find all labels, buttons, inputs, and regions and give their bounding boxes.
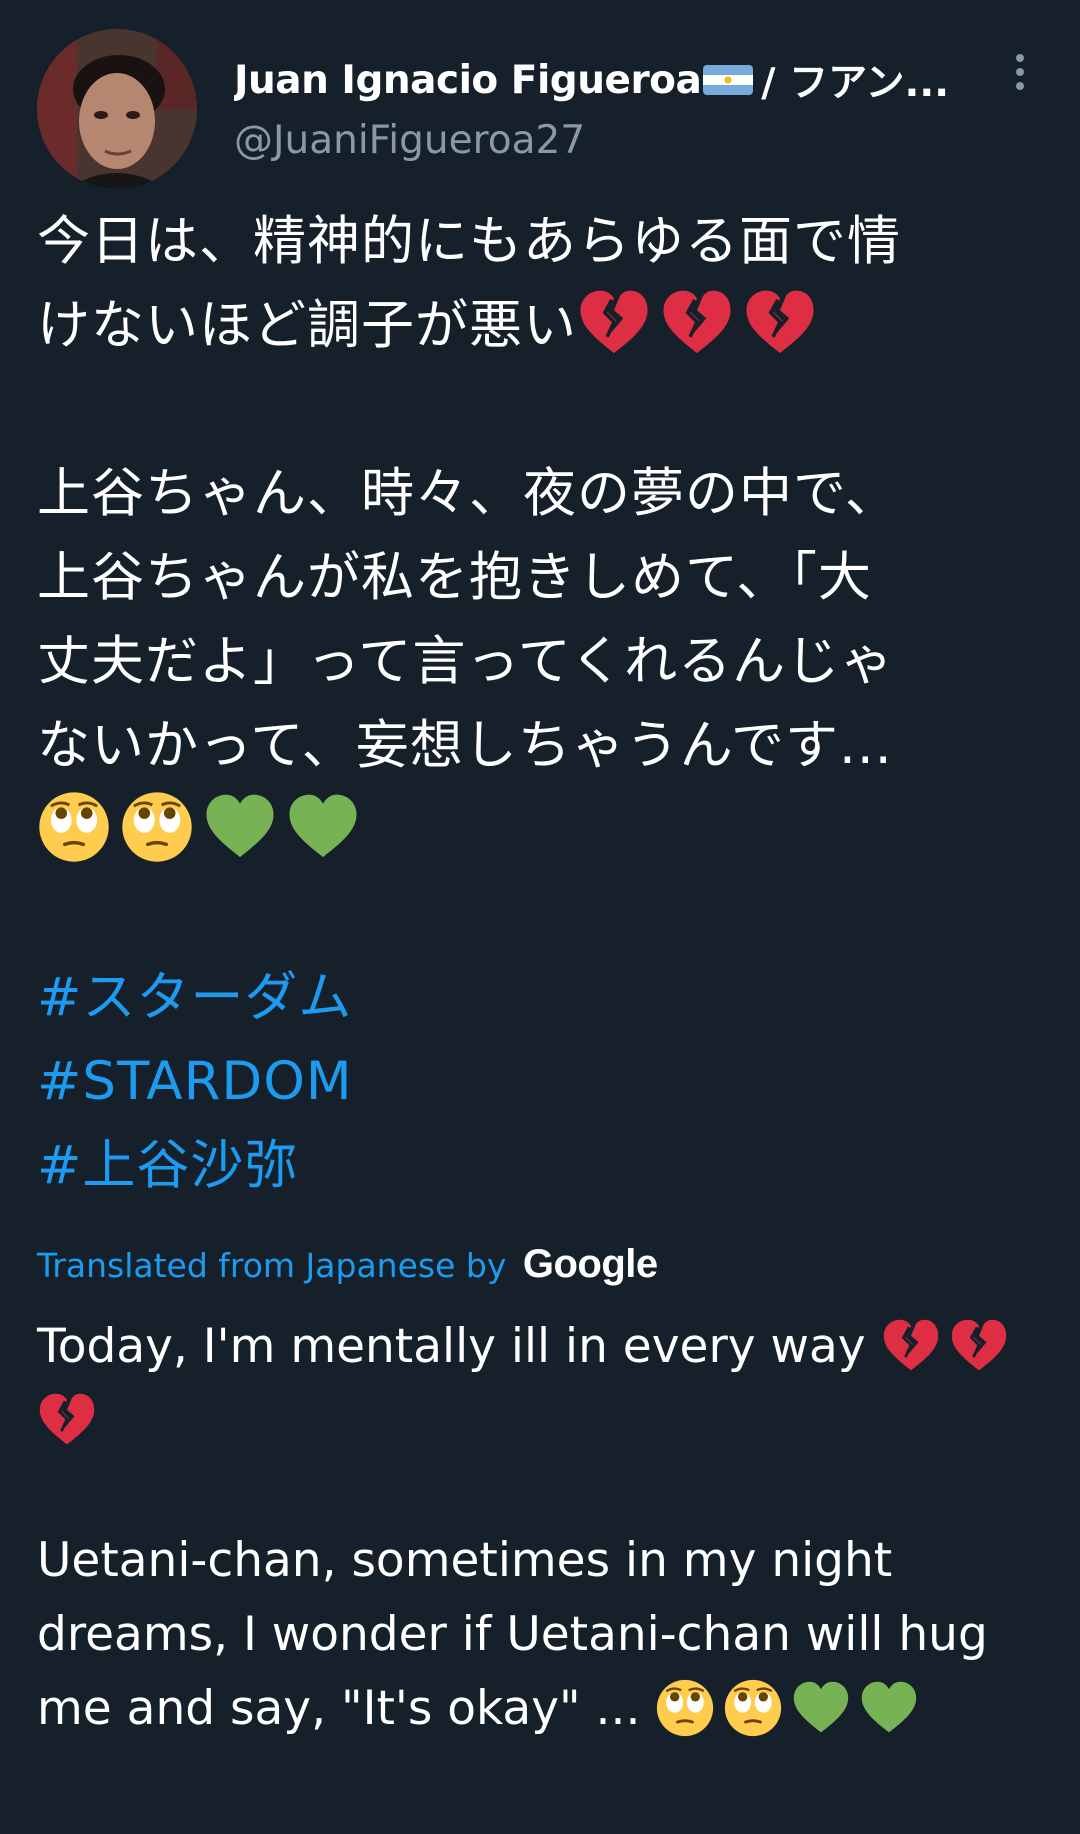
translated-line: me and say, "It's okay" ...: [37, 1672, 1047, 1746]
translated-line: [37, 1384, 1047, 1458]
tweet-header: Juan Ignacio Figueroa / フアン... @JuaniFig…: [0, 0, 1080, 200]
translated-segment: Today, I'm mentally ill in every way: [37, 1319, 866, 1374]
green-heart-icon: [791, 1678, 851, 1738]
more-dot-icon: [1016, 68, 1024, 76]
tweet-text-line: 上谷ちゃん、時々、夜の夢の中で、: [37, 463, 899, 524]
display-name[interactable]: Juan Ignacio Figueroa: [234, 58, 702, 103]
translated-line: Uetani-chan, sometimes in my night: [37, 1533, 893, 1588]
tweet-text-segment: けないほど調子が悪い: [37, 295, 577, 356]
face-with-rolling-eyes-icon: [723, 1678, 783, 1738]
broken-heart-icon: [881, 1316, 941, 1376]
more-dot-icon: [1016, 54, 1024, 62]
tweet-text-line: 上谷ちゃんが私を抱きしめて、「大: [37, 547, 872, 608]
user-handle[interactable]: @JuaniFigueroa27: [234, 118, 585, 163]
tweet-text-line: 今日は、精神的にもあらゆる面で情: [37, 211, 901, 272]
broken-heart-icon: [37, 1390, 97, 1450]
translated-line: dreams, I wonder if Uetani-chan will hug: [37, 1607, 988, 1662]
google-logo: Google: [522, 1242, 658, 1286]
face-with-rolling-eyes-icon: [37, 790, 111, 864]
broken-heart-icon: [949, 1316, 1009, 1376]
face-with-rolling-eyes-icon: [120, 790, 194, 864]
face-with-rolling-eyes-icon: [655, 1678, 715, 1738]
hashtag-link[interactable]: #上谷沙弥: [37, 1124, 1047, 1208]
tweet-text: 今日は、精神的にもあらゆる面で情 けないほど調子が悪い 上谷ちゃん、時々、夜の夢…: [37, 200, 1047, 1208]
translated-segment: me and say, "It's okay" ...: [37, 1681, 641, 1736]
more-options-button[interactable]: [1008, 54, 1032, 104]
tweet-text-line: 丈夫だよ」って言ってくれるんじゃ: [37, 631, 895, 692]
translation-label: Translated from Japanese by: [37, 1246, 507, 1285]
translation-attribution[interactable]: Translated from Japanese by Google: [37, 1242, 658, 1287]
more-dot-icon: [1016, 82, 1024, 90]
display-name-suffix: / フアン...: [761, 61, 950, 106]
tweet-text-line: けないほど調子が悪い: [37, 284, 1047, 368]
tweet-emoji-line: [37, 788, 1047, 872]
hashtag-link[interactable]: #スターダム: [37, 956, 1047, 1040]
hashtag-link[interactable]: #STARDOM: [37, 1040, 1047, 1124]
green-heart-icon: [203, 790, 277, 864]
avatar[interactable]: [37, 29, 197, 189]
broken-heart-icon: [577, 286, 651, 360]
author-name-line[interactable]: Juan Ignacio Figueroa / フアン...: [234, 50, 964, 110]
tweet-text-line: ないかって、妄想しちゃうんです...: [37, 715, 893, 776]
green-heart-icon: [859, 1678, 919, 1738]
argentina-flag-icon: [703, 65, 754, 95]
broken-heart-icon: [660, 286, 734, 360]
green-heart-icon: [286, 790, 360, 864]
translated-text: Today, I'm mentally ill in every way Uet…: [37, 1310, 1047, 1746]
broken-heart-icon: [743, 286, 817, 360]
translated-line: Today, I'm mentally ill in every way: [37, 1310, 1047, 1384]
